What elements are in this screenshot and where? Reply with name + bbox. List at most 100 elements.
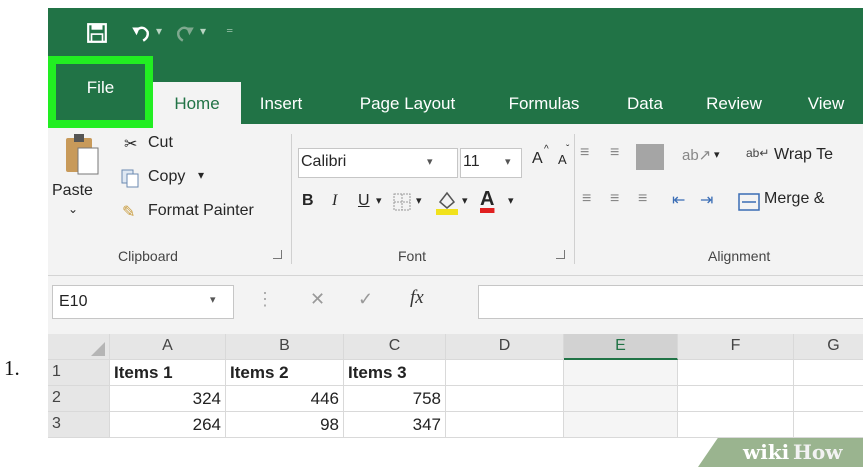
orientation-icon[interactable]: ab↗: [682, 146, 711, 164]
copy-dropdown-icon[interactable]: ▾: [198, 168, 204, 182]
column-header[interactable]: F: [678, 334, 794, 360]
align-right-icon[interactable]: ≡: [638, 190, 647, 208]
table-cell[interactable]: 264: [110, 412, 226, 438]
table-cell[interactable]: 347: [344, 412, 446, 438]
tab-page-layout[interactable]: Page Layout: [340, 82, 475, 124]
borders-dropdown-icon[interactable]: ▾: [416, 194, 422, 207]
bold-button[interactable]: B: [302, 192, 314, 210]
fill-color-icon[interactable]: [434, 188, 460, 216]
format-painter-button[interactable]: Format Painter: [148, 202, 254, 220]
ribbon-tabs: Home Insert Page Layout Formulas Data Re…: [48, 66, 863, 124]
column-header-selected[interactable]: E: [564, 334, 678, 360]
font-color-button[interactable]: A: [480, 188, 494, 211]
tab-view[interactable]: View: [796, 82, 856, 124]
save-icon[interactable]: [86, 22, 108, 44]
paste-button[interactable]: Paste: [52, 182, 93, 200]
tab-review[interactable]: Review: [696, 82, 772, 124]
table-cell[interactable]: [794, 386, 863, 412]
table-cell[interactable]: [794, 412, 863, 438]
table-cell[interactable]: [446, 386, 564, 412]
table-cell[interactable]: Items 2: [226, 360, 344, 386]
table-cell[interactable]: [564, 412, 678, 438]
table-cell[interactable]: 446: [226, 386, 344, 412]
font-size-select[interactable]: 11 ▾: [460, 148, 522, 178]
clipboard-group-label: Clipboard: [118, 248, 178, 264]
tab-data[interactable]: Data: [615, 82, 675, 124]
row-header[interactable]: 3: [48, 412, 110, 438]
table-cell[interactable]: [446, 360, 564, 386]
table-cell[interactable]: [794, 360, 863, 386]
font-dialog-launcher-icon[interactable]: [556, 250, 565, 259]
tab-file[interactable]: File: [48, 56, 153, 128]
copy-button[interactable]: Copy: [148, 168, 185, 186]
merge-center-icon: [738, 193, 760, 211]
increase-indent-icon[interactable]: ⇥: [700, 190, 713, 210]
wrap-text-button[interactable]: Wrap Te: [774, 146, 833, 164]
formula-bar: E10 ▾ ⋮ ✕ ✓ fx: [48, 277, 863, 327]
group-divider: [574, 134, 575, 264]
align-left-icon[interactable]: ≡: [582, 190, 591, 208]
font-group-label: Font: [398, 248, 427, 264]
align-bottom-icon[interactable]: [636, 144, 664, 170]
group-divider: [291, 134, 292, 264]
clipboard-dialog-launcher-icon[interactable]: [273, 250, 282, 259]
paste-dropdown-icon[interactable]: ⌄: [68, 202, 78, 216]
font-family-select[interactable]: Calibri ▾: [298, 148, 458, 178]
name-box[interactable]: E10: [52, 285, 234, 319]
table-cell[interactable]: [446, 412, 564, 438]
align-center-icon[interactable]: ≡: [610, 190, 619, 208]
table-cell[interactable]: [678, 360, 794, 386]
column-header[interactable]: C: [344, 334, 446, 360]
column-header[interactable]: A: [110, 334, 226, 360]
table-cell[interactable]: [564, 360, 678, 386]
cut-button[interactable]: Cut: [148, 134, 173, 152]
column-header[interactable]: G: [794, 334, 863, 360]
underline-dropdown-icon[interactable]: ▾: [376, 194, 382, 207]
column-header[interactable]: D: [446, 334, 564, 360]
underline-button[interactable]: U: [358, 192, 370, 210]
font-color-dropdown-icon[interactable]: ▾: [508, 194, 514, 207]
tab-formulas[interactable]: Formulas: [494, 82, 594, 124]
decrease-indent-icon[interactable]: ⇤: [672, 190, 685, 210]
font-family-chevron-down-icon: ▾: [427, 156, 433, 168]
column-header[interactable]: B: [226, 334, 344, 360]
enter-entry-button[interactable]: ✓: [358, 289, 373, 310]
undo-icon[interactable]: [130, 22, 152, 44]
merge-center-button[interactable]: Merge &: [764, 190, 824, 208]
formula-input[interactable]: [478, 285, 863, 319]
table-cell[interactable]: Items 1: [110, 360, 226, 386]
italic-button[interactable]: I: [332, 192, 337, 210]
insert-function-button[interactable]: fx: [410, 287, 424, 309]
table-cell[interactable]: [564, 386, 678, 412]
table-cell[interactable]: Items 3: [344, 360, 446, 386]
align-middle-icon[interactable]: ≡: [610, 144, 619, 162]
row-header[interactable]: 2: [48, 386, 110, 412]
file-tab-highlight: File: [48, 56, 153, 128]
row-header[interactable]: 1: [48, 360, 110, 386]
redo-icon[interactable]: [174, 22, 196, 44]
name-box-chevron-down-icon[interactable]: ▾: [210, 293, 216, 306]
table-cell[interactable]: [678, 412, 794, 438]
borders-icon[interactable]: [392, 192, 412, 212]
orientation-dropdown-icon[interactable]: ▾: [714, 148, 720, 161]
paste-icon[interactable]: [62, 132, 102, 176]
wikihow-watermark: wiki How: [698, 438, 863, 467]
cancel-entry-button[interactable]: ✕: [310, 289, 325, 310]
copy-icon: [121, 169, 139, 188]
tab-home[interactable]: Home: [153, 82, 241, 124]
undo-dropdown-icon[interactable]: ▾: [156, 24, 162, 38]
table-cell[interactable]: 98: [226, 412, 344, 438]
fill-color-dropdown-icon[interactable]: ▾: [462, 194, 468, 207]
alignment-group-label: Alignment: [708, 248, 771, 264]
grow-font-button[interactable]: A: [532, 150, 543, 168]
font-size-chevron-down-icon: ▾: [505, 156, 511, 168]
redo-dropdown-icon[interactable]: ▾: [200, 24, 206, 38]
tab-insert[interactable]: Insert: [246, 82, 316, 124]
table-cell[interactable]: [678, 386, 794, 412]
select-all-corner[interactable]: [48, 334, 110, 360]
table-cell[interactable]: 324: [110, 386, 226, 412]
customize-qat-icon[interactable]: ₌: [226, 20, 233, 37]
align-top-icon[interactable]: ≡: [580, 144, 589, 162]
table-cell[interactable]: 758: [344, 386, 446, 412]
grow-font-icon: ^: [544, 144, 549, 155]
